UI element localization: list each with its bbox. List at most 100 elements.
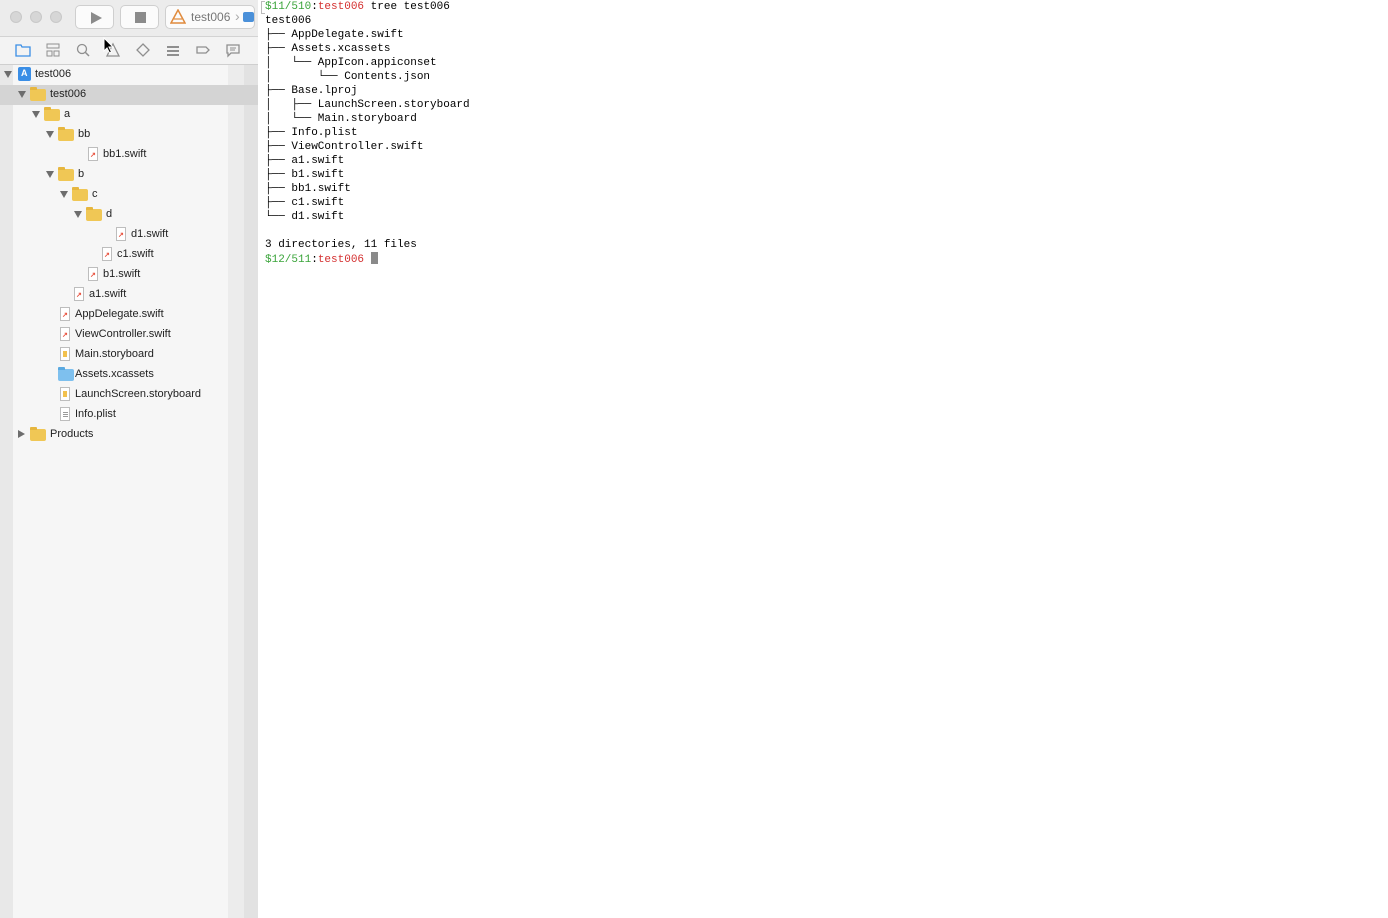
disclosure-open-icon[interactable] (32, 111, 40, 118)
disclosure-open-icon[interactable] (18, 91, 26, 98)
tree-row-label: test006 (35, 68, 72, 80)
disclosure-open-icon[interactable] (74, 211, 82, 218)
find-icon[interactable] (75, 42, 91, 58)
terminal-output: $11/510:test006 tree test006 test006 ├── … (265, 0, 470, 266)
tree-row[interactable]: ↗ d1.swift (0, 225, 244, 245)
prompt-line: $11/510:test006 tree test006 (265, 0, 470, 14)
tree-row-label: b (78, 168, 85, 180)
tree-scroll-track[interactable] (244, 65, 258, 918)
terminal-output-line: ├── a1.swift (265, 155, 345, 167)
terminal-window[interactable]: $11/510:test006 tree test006 test006 ├── … (260, 0, 1388, 918)
swift-file-icon: ↗ (88, 147, 98, 161)
tree-row-label: test006 (50, 88, 87, 100)
file-glyph (63, 412, 68, 413)
zoom-window-button[interactable] (50, 11, 62, 23)
tree-row-label: d (106, 208, 113, 220)
debug-icon[interactable] (165, 42, 181, 58)
file-glyph (63, 351, 67, 357)
prompt-directory: test006 (317, 254, 365, 266)
tree-row-label: c1.swift (117, 248, 154, 260)
scheme-selector[interactable]: test006 › (165, 5, 255, 29)
tree-row[interactable]: d (0, 205, 244, 225)
disclosure-open-icon[interactable] (60, 191, 68, 198)
swift-file-icon: ↗ (102, 247, 112, 261)
folder-icon (30, 427, 46, 441)
breakpoint-icon[interactable] (195, 42, 211, 58)
terminal-output-line: 3 directories, 11 files (265, 239, 417, 251)
tree-row-label: Assets.xcassets (75, 368, 154, 380)
file-glyph: ↗ (62, 332, 68, 339)
tree-row[interactable]: a (0, 105, 244, 125)
tree-row[interactable]: ↗ a1.swift (0, 285, 244, 305)
tree-row-label: bb1.swift (103, 148, 147, 160)
file-glyph: ↗ (62, 312, 68, 319)
xcode-project-icon (18, 67, 31, 81)
tree-row-label: AppDelegate.swift (75, 308, 164, 320)
tree-row[interactable]: b (0, 165, 244, 185)
prompt-command (364, 254, 371, 266)
tree-row-label: Products (50, 428, 94, 440)
tree-row[interactable]: ↗ AppDelegate.swift (0, 305, 244, 325)
file-glyph: ↗ (90, 152, 96, 159)
tree-row[interactable]: test006 (0, 85, 258, 105)
report-icon[interactable] (225, 42, 241, 58)
file-glyph: ↗ (104, 252, 110, 259)
terminal-output-line: ├── Assets.xcassets (265, 43, 391, 55)
tree-row[interactable]: ↗ ViewController.swift (0, 325, 244, 345)
tree-row[interactable]: ↗ bb1.swift (0, 145, 244, 165)
tree-row[interactable]: Info.plist (0, 405, 244, 425)
disclosure-open-icon[interactable] (46, 171, 54, 178)
terminal-output-line: ├── Info.plist (265, 127, 358, 139)
tree-row[interactable]: Assets.xcassets (0, 365, 244, 385)
folder-icon (44, 107, 60, 121)
disclosure-open-icon[interactable] (4, 71, 12, 78)
prompt-directory: test006 (317, 1, 365, 13)
terminal-output-line: ├── AppDelegate.swift (265, 29, 404, 41)
tree-row-label: a1.swift (89, 288, 127, 300)
mouse-cursor-icon (103, 37, 115, 54)
tree-row[interactable]: c (0, 185, 244, 205)
file-glyph: ↗ (76, 292, 82, 299)
stop-icon (135, 12, 146, 23)
folder-icon (72, 187, 88, 201)
close-window-button[interactable] (10, 11, 22, 23)
tree-row-label: a (64, 108, 71, 120)
prompt-counter: $11/510 (265, 1, 312, 13)
run-button[interactable] (75, 5, 114, 29)
source-control-icon[interactable] (45, 42, 61, 58)
xcode-toolbar: test006 › (0, 0, 258, 37)
terminal-output-line: ├── c1.swift (265, 197, 345, 209)
tree-row[interactable]: bb (0, 125, 244, 145)
chevron-right-icon: › (235, 8, 240, 24)
stop-button[interactable] (120, 5, 159, 29)
tree-row-label: Main.storyboard (75, 348, 154, 360)
prompt-separator: : (311, 254, 318, 266)
disclosure-closed-icon[interactable] (18, 430, 25, 438)
device-icon (243, 12, 254, 22)
play-icon (91, 12, 102, 24)
file-glyph: ↗ (90, 272, 96, 279)
tree-row-label: b1.swift (103, 268, 141, 280)
terminal-output-line: │ └── Contents.json (265, 71, 431, 83)
folder-icon (58, 167, 74, 181)
folder-icon (86, 207, 102, 221)
tree-row[interactable]: Main.storyboard (0, 345, 244, 365)
tree-row[interactable]: Products (0, 425, 244, 445)
tree-row-label: d1.swift (131, 228, 169, 240)
tree-row[interactable]: LaunchScreen.storyboard (0, 385, 244, 405)
minimize-window-button[interactable] (30, 11, 42, 23)
navigator-selector-bar (0, 37, 258, 65)
tree-row[interactable]: ↗ b1.swift (0, 265, 244, 285)
tree-row[interactable]: ↗ c1.swift (0, 245, 244, 265)
swift-file-icon: ↗ (116, 227, 126, 241)
tree-row-label: ViewController.swift (75, 328, 171, 340)
disclosure-open-icon[interactable] (46, 131, 54, 138)
tree-row-label: LaunchScreen.storyboard (75, 388, 201, 400)
scheme-label: test006 (191, 10, 231, 24)
test-icon[interactable] (135, 42, 151, 58)
project-navigator-icon[interactable] (15, 42, 31, 58)
file-glyph (63, 391, 67, 397)
tree-row[interactable]: test006 (0, 65, 244, 85)
swift-file-icon: ↗ (74, 287, 84, 301)
